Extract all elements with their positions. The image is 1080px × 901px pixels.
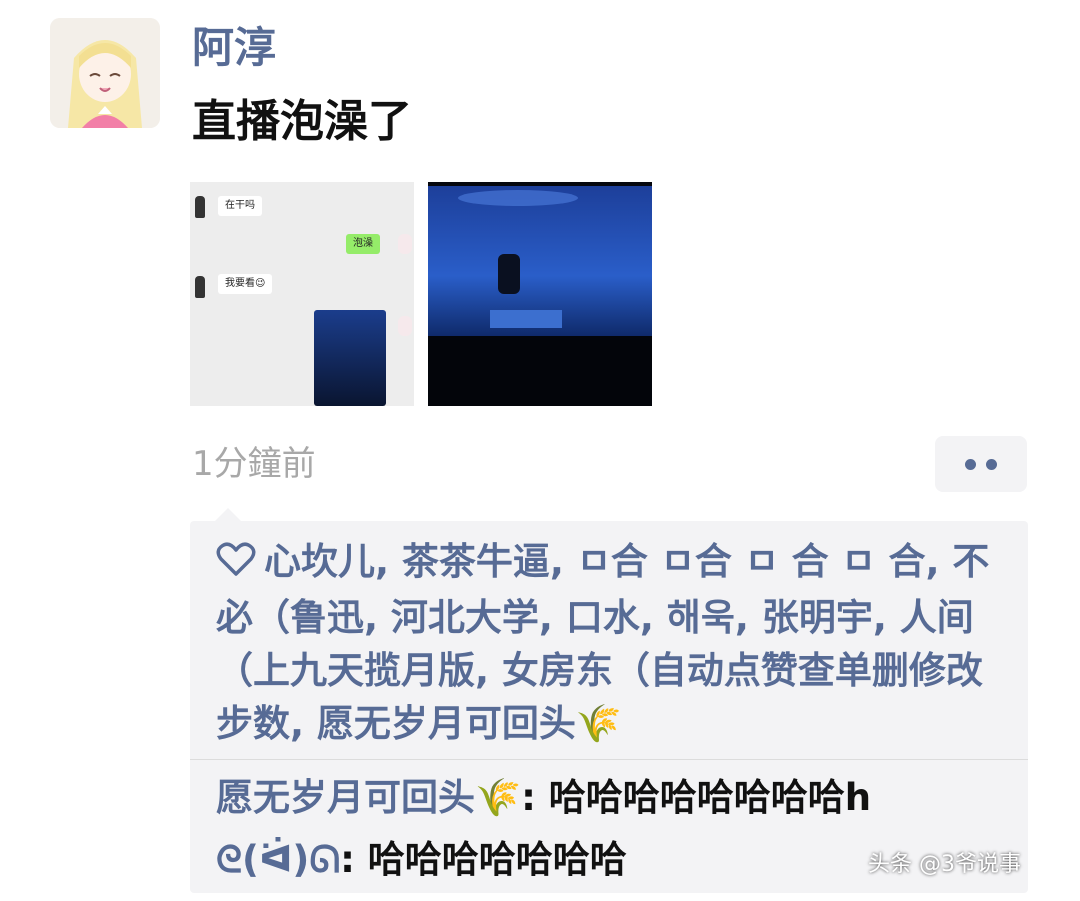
- post-text: 直播泡澡了: [192, 96, 412, 147]
- comment-item[interactable]: ᘓ(ᐛ)ᘏ: 哈哈哈哈哈哈哈: [216, 835, 627, 885]
- likes-names[interactable]: 心坎儿, 茶茶牛逼, ㅁ合 ㅁ合 ㅁ 合 ㅁ 合, 不必（鲁迅, 河北大学, 口…: [216, 540, 989, 745]
- author-name[interactable]: 阿淳: [192, 22, 276, 74]
- post-image-dark-video[interactable]: [428, 182, 652, 406]
- chat-bubble: 我要看😉: [218, 274, 273, 294]
- dark-video-frame-image: [428, 182, 652, 406]
- more-actions-button[interactable]: [935, 436, 1027, 492]
- dot-icon: [965, 458, 976, 470]
- comment-text: : 哈哈哈哈哈哈哈哈h: [521, 776, 872, 819]
- post-timestamp: 1分鐘前: [192, 444, 316, 484]
- chat-bubble-self: 泡澡: [346, 234, 380, 254]
- comment-author[interactable]: 愿无岁月可回头🌾: [216, 776, 521, 819]
- likes-list[interactable]: 心坎儿, 茶茶牛逼, ㅁ合 ㅁ合 ㅁ 合 ㅁ 合, 不必（鲁迅, 河北大学, 口…: [216, 535, 1006, 750]
- comment-item[interactable]: 愿无岁月可回头🌾: 哈哈哈哈哈哈哈哈h: [216, 773, 871, 823]
- chat-avatar-icon: [398, 316, 412, 336]
- anime-girl-avatar-image: [50, 18, 160, 128]
- heart-icon: [216, 538, 256, 591]
- chat-avatar-icon: [195, 276, 205, 298]
- comments-caret: [214, 508, 242, 522]
- comment-text: : 哈哈哈哈哈哈哈: [340, 838, 627, 881]
- watermark: 头条 @3爷说事: [868, 852, 1021, 877]
- chat-image-thumbnail: [314, 310, 386, 406]
- likes-comments-panel: 心坎儿, 茶茶牛逼, ㅁ合 ㅁ合 ㅁ 合 ㅁ 合, 不必（鲁迅, 河北大学, 口…: [190, 521, 1028, 893]
- chat-bubble: 在干吗: [218, 196, 262, 216]
- author-avatar[interactable]: [50, 18, 160, 128]
- dot-icon: [986, 458, 997, 470]
- comment-author[interactable]: ᘓ(ᐛ)ᘏ: [216, 838, 340, 881]
- chat-avatar-icon: [398, 234, 412, 254]
- divider: [190, 759, 1028, 760]
- chat-avatar-icon: [195, 196, 205, 218]
- post-image-chat-screenshot[interactable]: 在干吗 泡澡 我要看😉: [190, 182, 414, 406]
